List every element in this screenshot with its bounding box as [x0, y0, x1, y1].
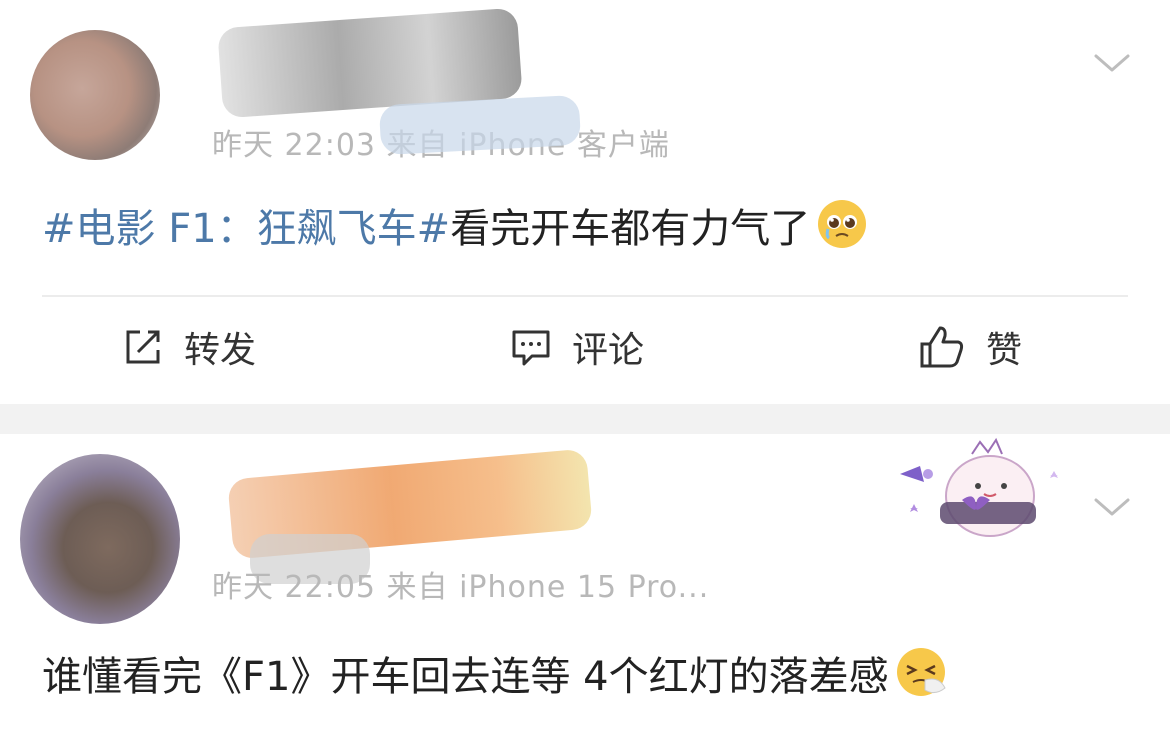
divider [42, 295, 1128, 297]
bunny-doll-sticker [900, 437, 1058, 537]
avatar[interactable] [20, 454, 180, 624]
post-text: 谁懂看完《F1》开车回去连等 4个红灯的落差感 [42, 646, 947, 703]
repost-button[interactable]: 转发 [122, 322, 256, 372]
pleading-face-emoji [818, 200, 867, 248]
avatar[interactable] [30, 30, 160, 160]
like-button[interactable]: 赞 [918, 322, 1022, 372]
chevron-down-icon[interactable] [1092, 50, 1132, 74]
comment-icon [512, 330, 550, 366]
post-card: 昨天 22:03 来自 iPhone 客户端 #电影 F1：狂飙飞车#看完开车都… [0, 0, 1170, 404]
comment-button[interactable]: 评论 [510, 322, 644, 372]
chevron-down-icon[interactable] [1092, 494, 1132, 518]
thumbs-up-icon [920, 326, 964, 368]
post-body: 看完开车都有力气了 [450, 206, 811, 252]
comment-label: 评论 [572, 330, 645, 371]
sneezing-face-emoji [896, 648, 946, 696]
repost-label: 转发 [184, 330, 257, 371]
post-text: #电影 F1：狂飙飞车#看完开车都有力气了 [42, 198, 868, 255]
post-card: 昨天 22:05 来自 iPhone 15 Pro... 谁懂看完《F1》开车回… [0, 434, 1170, 731]
post-meta: 昨天 22:05 来自 iPhone 15 Pro... [212, 570, 710, 605]
like-label: 赞 [986, 330, 1023, 371]
post-body: 谁懂看完《F1》开车回去连等 4个红灯的落差感 [42, 654, 889, 700]
hashtag-link[interactable]: #电影 F1：狂飙飞车# [42, 206, 450, 252]
redacted-meta [378, 94, 582, 156]
feed-separator [0, 404, 1170, 434]
share-icon [126, 330, 160, 364]
